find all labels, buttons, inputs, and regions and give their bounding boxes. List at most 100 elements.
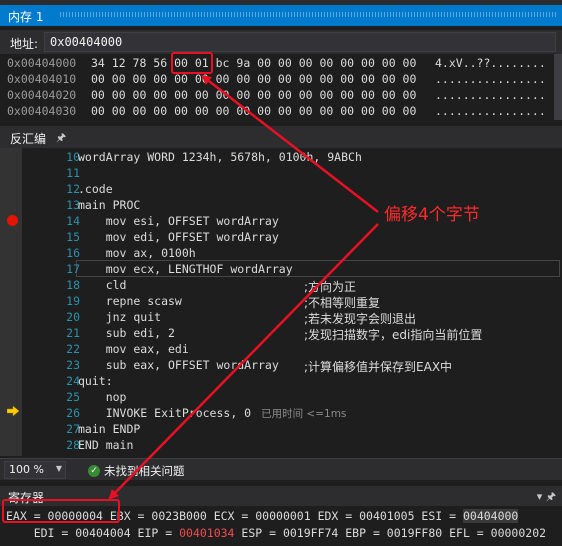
code-text: .code bbox=[78, 182, 113, 196]
code-line[interactable]: 19 repne scasw ;不相等则重复 bbox=[22, 294, 562, 310]
line-number: 21 bbox=[66, 326, 80, 340]
source-code: .code bbox=[78, 182, 113, 196]
memory-bytes: 00 00 00 00 00 00 00 00 00 00 00 00 00 0… bbox=[91, 104, 417, 118]
code-line[interactable]: 20 jnz quit ;若未发现字会则退出 bbox=[22, 310, 562, 326]
source-code: sub eax, OFFSET wordArray bbox=[78, 358, 279, 372]
line-number: 27 bbox=[66, 422, 80, 436]
code-text: wordArray WORD 1234h, 5678h, 0100h, 9ABC… bbox=[78, 150, 362, 164]
line-number: 20 bbox=[66, 310, 80, 324]
code-text: sub eax, OFFSET wordArray bbox=[78, 358, 279, 372]
source-code: nop bbox=[78, 390, 127, 404]
code-text: sub edi, 2 bbox=[78, 326, 175, 340]
code-text: mov ax, 0100h bbox=[78, 246, 196, 260]
source-code: sub edi, 2 bbox=[78, 326, 175, 340]
memory-ascii: ................ bbox=[435, 72, 546, 86]
line-number: 28 bbox=[66, 438, 80, 452]
source-code: mov eax, edi bbox=[78, 342, 189, 356]
code-line[interactable]: 18 cld ;方向为正 bbox=[22, 278, 562, 294]
code-text: mov ecx, LENGTHOF wordArray bbox=[78, 262, 293, 276]
code-line[interactable]: 23 sub eax, OFFSET wordArray ;计算偏移值并保存到EA… bbox=[22, 358, 562, 374]
source-code: quit: bbox=[78, 374, 113, 388]
code-comment: ;方向为正 bbox=[304, 280, 357, 294]
source-code: repne scasw bbox=[78, 294, 182, 308]
code-line[interactable]: 13 main PROC bbox=[22, 198, 562, 214]
code-line[interactable]: 22 mov eax, edi bbox=[22, 342, 562, 358]
code-line[interactable]: 28 END main bbox=[22, 438, 562, 454]
editor-status-bar: 100 % ▼ ✓ 未找到相关问题 bbox=[0, 458, 562, 480]
code-line[interactable]: 21 sub edi, 2 ;发现扫描数字，edi指向当前位置 bbox=[22, 326, 562, 342]
disassembly-title: 反汇编 bbox=[10, 132, 47, 146]
line-number: 25 bbox=[66, 390, 80, 404]
line-number: 17 bbox=[66, 262, 80, 276]
memory-addr: 0x00404030 bbox=[7, 104, 77, 118]
code-line[interactable]: 25 nop bbox=[22, 390, 562, 406]
zoom-select[interactable]: 100 % ▼ bbox=[4, 461, 66, 479]
check-circle-icon: ✓ bbox=[88, 465, 100, 477]
memory-bytes: 00 00 00 00 00 00 00 00 00 00 00 00 00 0… bbox=[91, 72, 417, 86]
eip-value: 00401034 bbox=[179, 526, 235, 540]
code-text: quit: bbox=[78, 374, 113, 388]
annotation-label: 偏移4个字节 bbox=[384, 205, 480, 225]
source-code: INVOKE ExitProcess, 0 已用时间 <=1ms bbox=[78, 406, 347, 421]
line-number: 18 bbox=[66, 278, 80, 292]
memory-row[interactable]: 0x00404020 00 00 00 00 00 00 00 00 00 00 … bbox=[7, 88, 546, 104]
line-number: 19 bbox=[66, 294, 80, 308]
code-line[interactable]: 27 main ENDP bbox=[22, 422, 562, 438]
pin-icon[interactable]: 🖈 bbox=[56, 129, 66, 148]
issues-indicator[interactable]: ✓ 未找到相关问题 bbox=[88, 463, 185, 479]
code-line[interactable]: 16 mov ax, 0100h bbox=[22, 246, 562, 262]
code-text: mov edi, OFFSET wordArray bbox=[78, 230, 279, 244]
memory-row[interactable]: 0x00404030 00 00 00 00 00 00 00 00 00 00 … bbox=[7, 104, 546, 120]
elapsed-time-hint: 已用时间 <=1ms bbox=[261, 408, 347, 420]
code-text: INVOKE ExitProcess, 0 bbox=[78, 406, 252, 420]
code-editor[interactable]: 10 wordArray WORD 1234h, 5678h, 0100h, 9A… bbox=[0, 148, 562, 456]
dropdown-pin-icons[interactable]: ▾ 🖈 bbox=[537, 488, 556, 507]
memory-ascii: ................ bbox=[435, 104, 546, 118]
issues-text: 未找到相关问题 bbox=[104, 464, 185, 478]
memory-scrollbar[interactable] bbox=[554, 54, 562, 120]
esi-value: 00404000 bbox=[462, 509, 519, 523]
memory-row[interactable]: 0x00404010 00 00 00 00 00 00 00 00 00 00 … bbox=[7, 72, 546, 88]
line-number: 22 bbox=[66, 342, 80, 356]
code-text: main PROC bbox=[78, 198, 141, 212]
code-line[interactable]: 11 bbox=[22, 166, 562, 182]
memory-row[interactable]: 0x00404000 34 12 78 56 00 01 bc 9a 00 00 … bbox=[7, 56, 546, 72]
code-text: repne scasw bbox=[78, 294, 182, 308]
code-line[interactable]: 14 mov esi, OFFSET wordArray bbox=[22, 214, 562, 230]
memory-tab-title: 内存 1 bbox=[8, 10, 44, 24]
zoom-value: 100 % bbox=[9, 463, 44, 476]
offset-bytes-highlight-box bbox=[171, 52, 213, 74]
code-line[interactable]: 24 quit: bbox=[22, 374, 562, 390]
code-line[interactable]: 26 INVOKE ExitProcess, 0 已用时间 <=1ms bbox=[22, 406, 562, 422]
code-text: nop bbox=[78, 390, 127, 404]
line-number: 13 bbox=[66, 198, 80, 212]
address-input[interactable]: 0x00404000 bbox=[44, 32, 556, 52]
memory-tab[interactable]: 内存 1 bbox=[0, 5, 562, 26]
code-line[interactable]: 17 mov ecx, LENGTHOF wordArray bbox=[22, 262, 562, 278]
code-line[interactable]: 12 .code bbox=[22, 182, 562, 198]
code-comment: ;若未发现字会则退出 bbox=[304, 312, 417, 326]
memory-addr: 0x00404000 bbox=[7, 56, 77, 70]
line-number: 24 bbox=[66, 374, 80, 388]
code-text: END main bbox=[78, 438, 134, 452]
code-text: jnz quit bbox=[78, 310, 162, 324]
source-code: mov esi, OFFSET wordArray bbox=[78, 214, 279, 228]
code-line[interactable]: 10 wordArray WORD 1234h, 5678h, 0100h, 9A… bbox=[22, 150, 562, 166]
memory-bytes: 00 00 00 00 00 00 00 00 00 00 00 00 00 0… bbox=[91, 88, 417, 102]
title-drag-grip[interactable] bbox=[60, 12, 558, 17]
eax-highlight-box bbox=[2, 499, 120, 523]
memory-dump[interactable]: 0x00404000 34 12 78 56 00 01 bc 9a 00 00 … bbox=[0, 54, 562, 120]
line-number: 11 bbox=[66, 166, 80, 180]
source-code: jnz quit bbox=[78, 310, 161, 324]
line-number: 26 bbox=[66, 406, 80, 420]
code-comment: ;发现扫描数字，edi指向当前位置 bbox=[304, 328, 483, 342]
code-line[interactable]: 15 mov edi, OFFSET wordArray bbox=[22, 230, 562, 246]
breakpoint-icon[interactable] bbox=[7, 215, 18, 226]
memory-ascii: 4.xV..??........ bbox=[435, 56, 546, 70]
registers-line1-rest: EBX = 0023B000 ECX = 00000001 EDX = 0040… bbox=[102, 509, 463, 523]
line-number: 14 bbox=[66, 214, 80, 228]
memory-bytes: 34 12 78 56 00 01 bc 9a 00 00 00 00 00 0… bbox=[91, 56, 417, 70]
code-text: mov eax, edi bbox=[78, 342, 189, 356]
instruction-pointer-arrow-icon bbox=[7, 406, 19, 416]
memory-ascii: ................ bbox=[435, 88, 546, 102]
